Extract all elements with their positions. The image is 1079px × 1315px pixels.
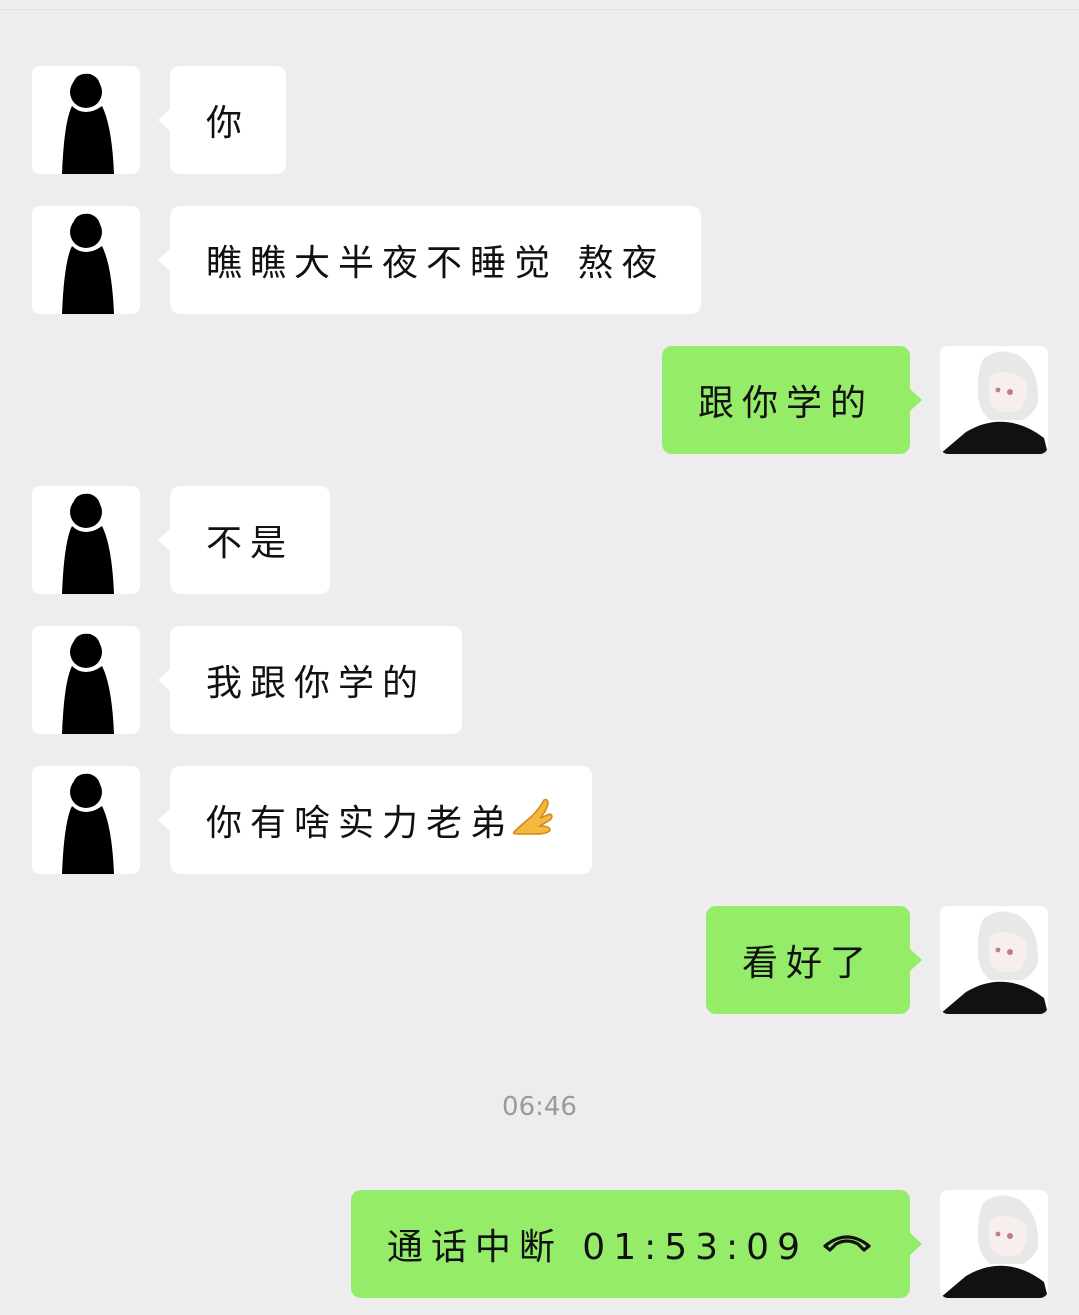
self-avatar[interactable] xyxy=(940,1190,1048,1298)
contact-avatar[interactable] xyxy=(32,486,140,594)
call-ended-bubble[interactable]: 通话中断 01:53:09 xyxy=(350,1190,923,1298)
silhouette-icon xyxy=(62,773,114,874)
silhouette-icon xyxy=(62,73,114,174)
self-avatar[interactable] xyxy=(940,906,1048,1014)
message-row: 通话中断 01:53:09 xyxy=(0,1190,1079,1298)
message-row: 瞧瞧大半夜不睡觉 熬夜 xyxy=(0,206,1079,314)
message-row: 你有啥实力老弟 xyxy=(0,766,1079,874)
message-text: 通话中断 01:53:09 xyxy=(386,1227,808,1268)
contact-avatar[interactable] xyxy=(32,626,140,734)
message-row: 不是 xyxy=(0,486,1079,594)
message-text: 你 xyxy=(206,103,251,144)
phone-hangup-icon xyxy=(820,1224,874,1265)
anime-character-icon xyxy=(940,346,1048,454)
message-row: 看好了 xyxy=(0,906,1079,1014)
contact-avatar[interactable] xyxy=(32,66,140,174)
message-row: 我跟你学的 xyxy=(0,626,1079,734)
message-text: 你有啥实力老弟 xyxy=(206,803,515,844)
anime-character-icon xyxy=(940,1190,1048,1298)
contact-avatar[interactable] xyxy=(32,206,140,314)
message-text: 我跟你学的 xyxy=(206,663,427,704)
outgoing-message-bubble[interactable]: 看好了 xyxy=(705,906,923,1014)
timestamp: 06:46 xyxy=(502,1092,577,1122)
top-divider xyxy=(0,9,1079,10)
outgoing-message-bubble[interactable]: 跟你学的 xyxy=(661,346,923,454)
message-text: 瞧瞧大半夜不睡觉 熬夜 xyxy=(206,243,666,284)
incoming-message-bubble[interactable]: 不是 xyxy=(157,486,331,594)
contact-avatar[interactable] xyxy=(32,766,140,874)
message-text: 跟你学的 xyxy=(697,383,874,424)
incoming-message-bubble[interactable]: 你 xyxy=(157,66,287,174)
incoming-message-bubble[interactable]: 我跟你学的 xyxy=(157,626,463,734)
silhouette-icon xyxy=(62,213,114,314)
silhouette-icon xyxy=(62,493,114,594)
incoming-message-bubble[interactable]: 你有啥实力老弟 xyxy=(157,766,593,874)
message-text: 看好了 xyxy=(741,943,874,984)
message-text: 不是 xyxy=(206,523,295,564)
anime-character-icon xyxy=(940,906,1048,1014)
incoming-message-bubble[interactable]: 瞧瞧大半夜不睡觉 熬夜 xyxy=(157,206,702,314)
pinched-fingers-emoji-icon xyxy=(510,796,556,845)
message-row: 跟你学的 xyxy=(0,346,1079,454)
message-row: 你 xyxy=(0,66,1079,174)
silhouette-icon xyxy=(62,633,114,734)
self-avatar[interactable] xyxy=(940,346,1048,454)
